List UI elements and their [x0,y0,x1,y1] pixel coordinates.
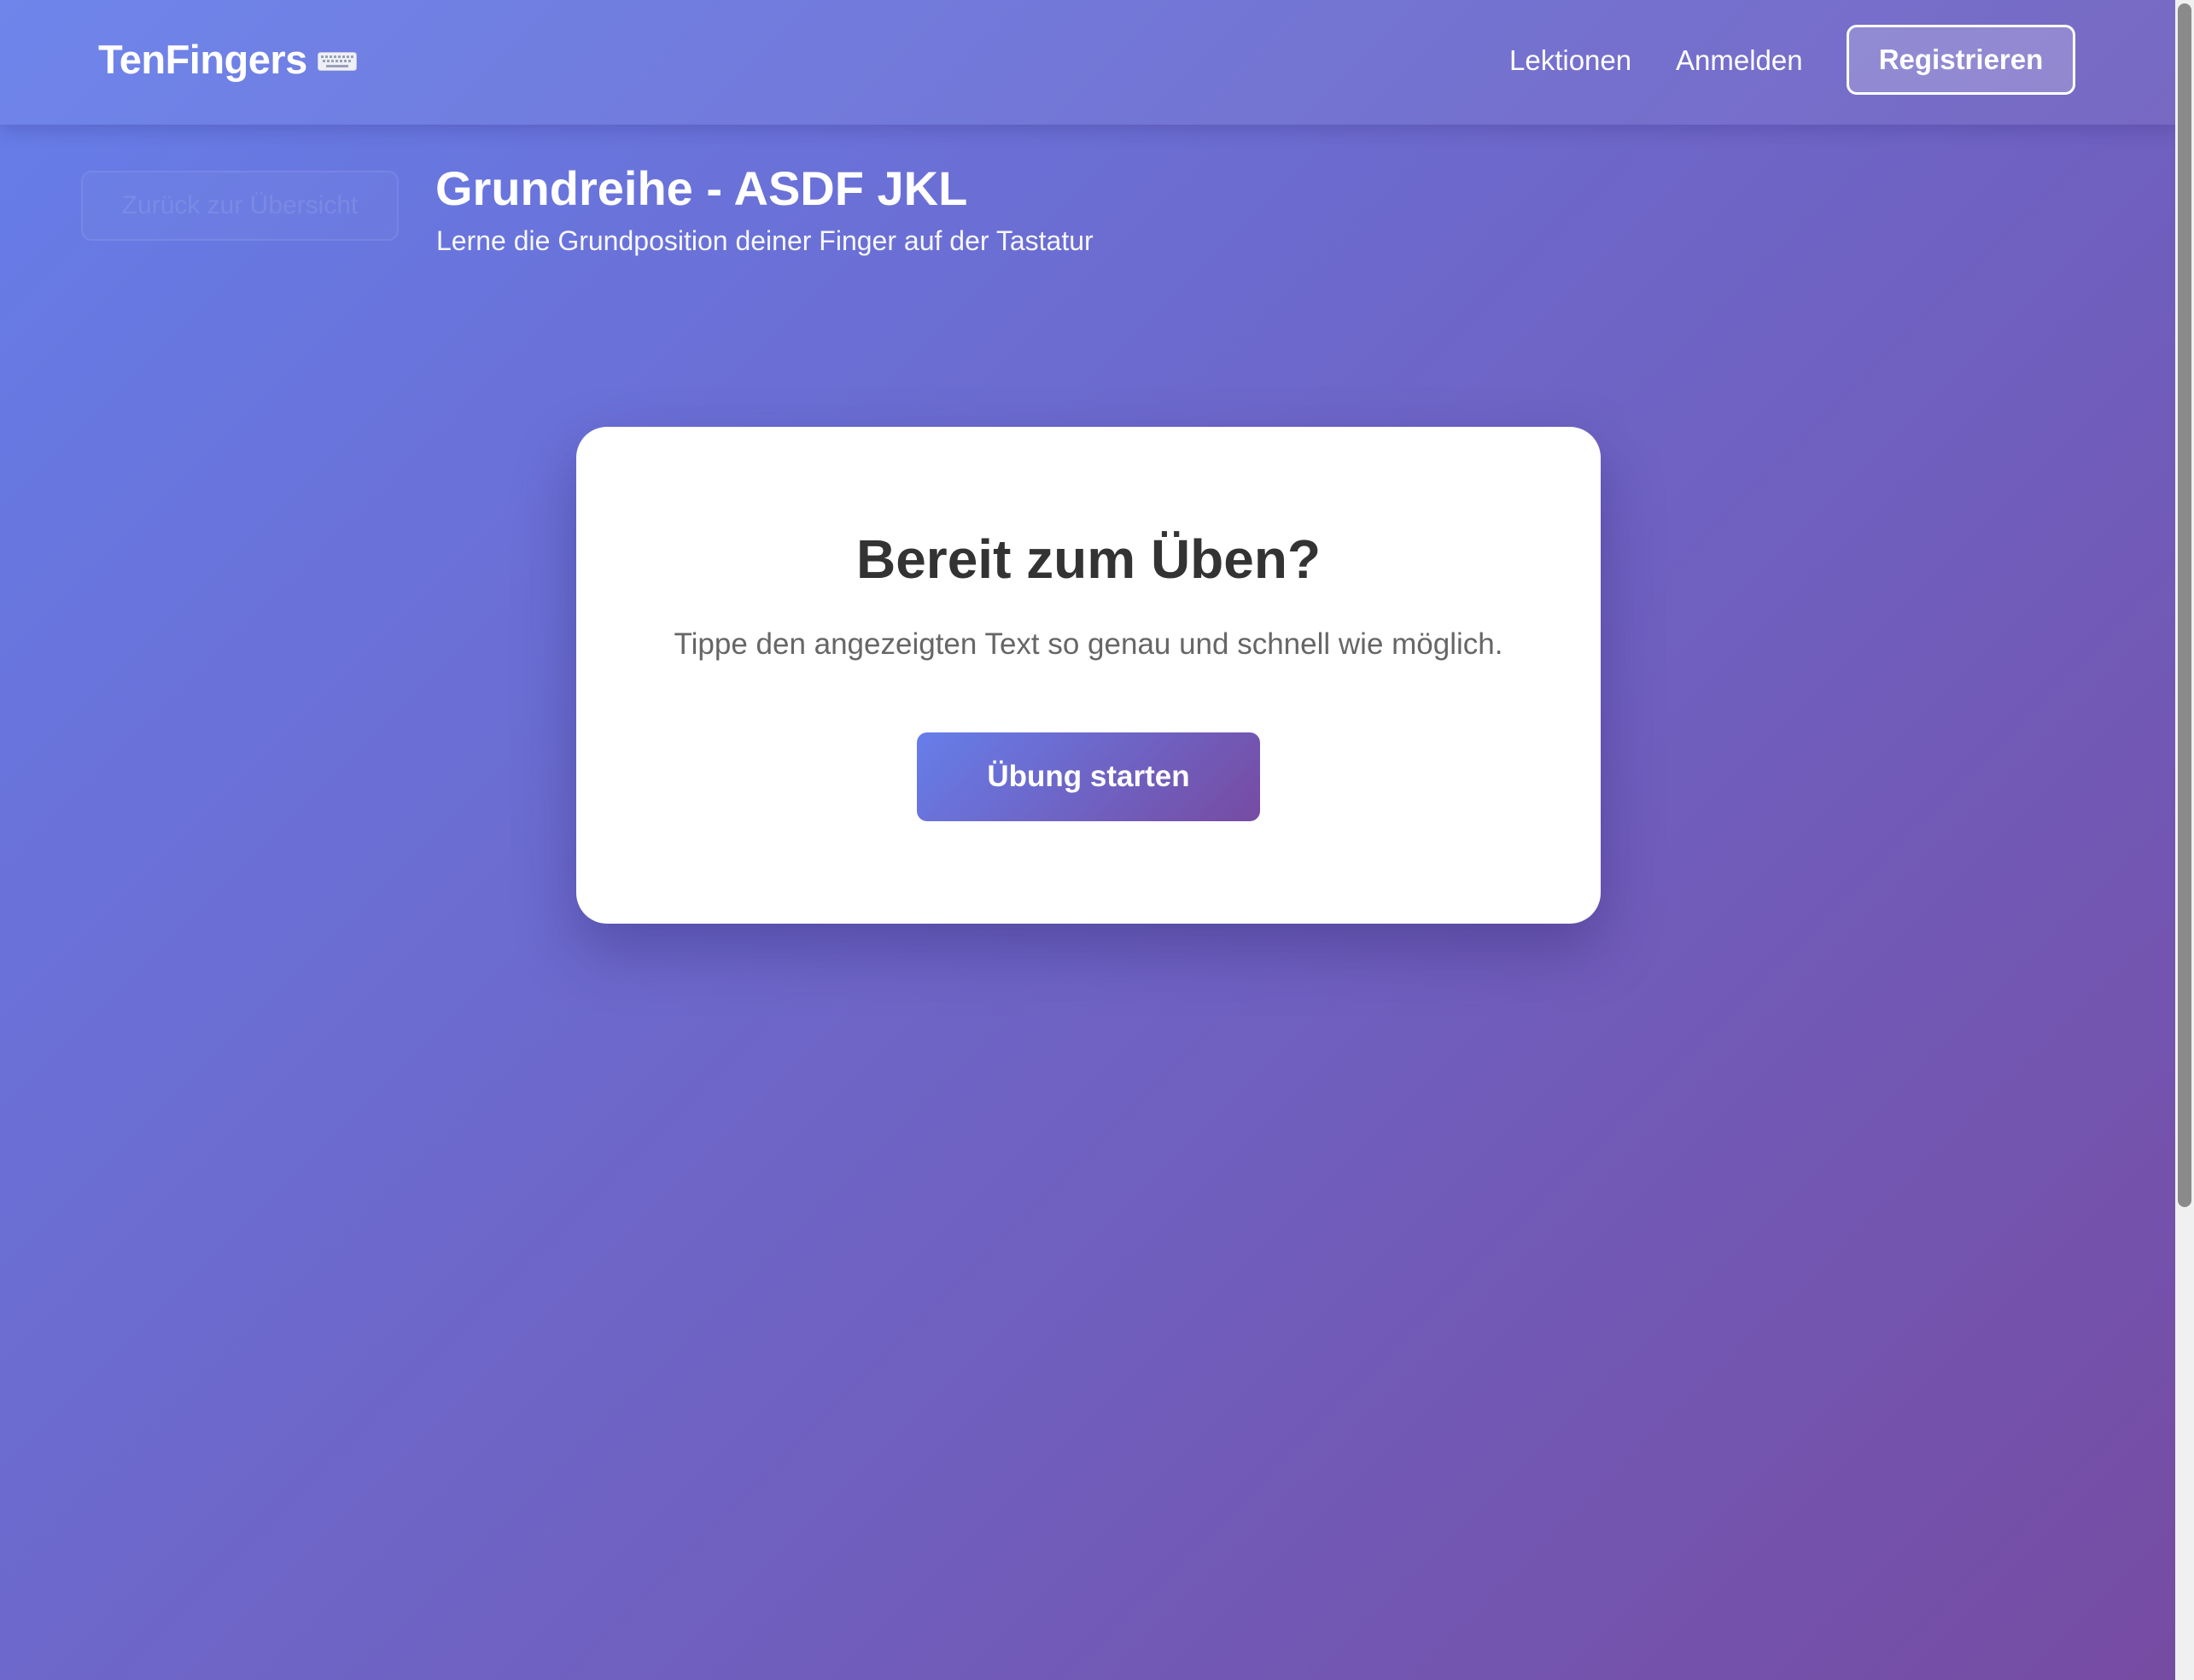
lesson-title: Grundreihe - ASDF JKL [435,161,968,215]
scrollbar-thumb[interactable] [2178,3,2191,1207]
card-title: Bereit zum Üben? [855,528,1322,590]
nav-login-link[interactable]: Anmelden [1676,44,1803,77]
site-header: TenFingers Lektionen Anmelden Registrier… [0,0,2175,125]
logo[interactable]: TenFingers [98,36,357,83]
keyboard-icon [317,51,357,71]
practice-start-card: Bereit zum Üben? Tippe den angezeigten T… [576,427,1601,924]
register-button[interactable]: Registrieren [1847,25,2075,95]
lesson-subtitle: Lerne die Grundposition deiner Finger au… [436,225,1094,256]
nav-lessons-link[interactable]: Lektionen [1509,44,1631,77]
logo-text: TenFingers [98,37,307,82]
start-exercise-button[interactable]: Übung starten [917,732,1260,821]
back-to-overview-button[interactable]: Zurück zur Übersicht [81,171,399,241]
card-instructions: Tippe den angezeigten Text so genau und … [674,627,1503,661]
